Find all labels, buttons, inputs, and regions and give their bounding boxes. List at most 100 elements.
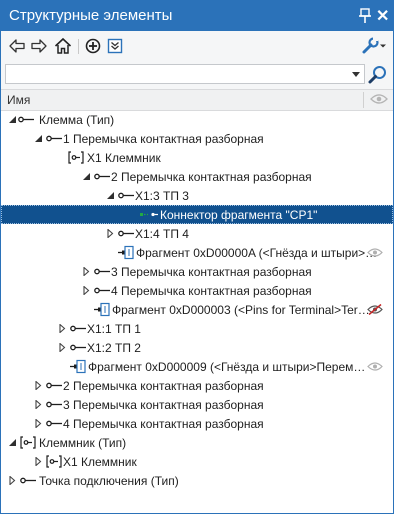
column-header: Имя — [1, 89, 393, 111]
wire-icon — [93, 264, 111, 279]
tree-row[interactable]: Фрагмент 0xD000009 (<Гнёзда и штыри>Пере… — [1, 357, 393, 376]
tree-row[interactable]: X1 Клеммник — [1, 452, 393, 471]
wire-icon — [117, 226, 135, 241]
collapsed-arrow-icon[interactable] — [81, 281, 91, 300]
terminal-block-icon — [67, 150, 85, 165]
search-combobox[interactable] — [5, 64, 365, 84]
collapsed-arrow-icon[interactable] — [81, 262, 91, 281]
tree-row[interactable]: Клеммник (Тип) — [1, 433, 393, 452]
tree-row-label: X1:1 ТП 1 — [87, 322, 141, 336]
expanded-arrow-icon[interactable] — [81, 167, 91, 186]
tree-row-label: Точка подключения (Тип) — [39, 474, 179, 488]
close-icon[interactable]: ✕ — [376, 6, 389, 26]
tree-row-label: X1 Клеммник — [63, 455, 137, 469]
terminal-block-icon — [19, 435, 37, 450]
eye-icon[interactable] — [367, 247, 383, 258]
tree-row-label: 4 Перемычка контактная разборная — [63, 417, 264, 431]
tree-row[interactable]: X1 Клеммник — [1, 148, 393, 167]
tree-row-label: X1:2 ТП 2 — [87, 341, 141, 355]
wire-icon — [45, 397, 63, 412]
back-icon[interactable] — [7, 36, 27, 56]
fragment-icon — [69, 359, 87, 374]
search-row — [1, 61, 393, 89]
title-bar: Структурные элементы ✕ — [1, 1, 393, 31]
eye-icon[interactable] — [367, 361, 383, 372]
tree-row[interactable]: X1:4 ТП 4 — [1, 224, 393, 243]
search-icon[interactable] — [367, 64, 389, 86]
tree-row[interactable]: 1 Перемычка контактная разборная — [1, 129, 393, 148]
expanded-arrow-icon[interactable] — [7, 110, 17, 129]
wire-icon — [117, 188, 135, 203]
tree-row-label: Фрагмент 0xD00000A (<Гнёзда и штыри>… — [136, 246, 378, 260]
wire-icon — [45, 416, 63, 431]
target-icon[interactable] — [83, 36, 103, 56]
tree-row-label: Клемма (Тип) — [39, 113, 115, 127]
settings-wrench-icon[interactable] — [361, 36, 387, 56]
collapsed-arrow-icon[interactable] — [7, 471, 17, 490]
collapsed-arrow-icon[interactable] — [57, 338, 67, 357]
hidden-eye-icon[interactable] — [367, 303, 383, 316]
tree-row-label: 3 Перемычка контактная разборная — [63, 398, 264, 412]
tree-row[interactable]: 3 Перемычка контактная разборная — [1, 395, 393, 414]
chevron-down-icon[interactable] — [352, 72, 360, 77]
tree-row-label: Фрагмент 0xD000003 (<Pins for Terminal>T… — [112, 303, 370, 317]
tree-row[interactable]: X1:3 ТП 3 — [1, 186, 393, 205]
wire-icon — [69, 340, 87, 355]
tree-row-label: X1:4 ТП 4 — [135, 227, 189, 241]
wire-icon — [45, 131, 63, 146]
expanded-arrow-icon[interactable] — [105, 186, 115, 205]
collapsed-arrow-icon[interactable] — [33, 395, 43, 414]
tree-row-label: Клеммник (Тип) — [39, 436, 127, 450]
tree-row-label: 4 Перемычка контактная разборная — [111, 284, 312, 298]
collapsed-arrow-icon[interactable] — [33, 376, 43, 395]
tree-row-label: 1 Перемычка контактная разборная — [63, 132, 264, 146]
wire-icon — [19, 473, 37, 488]
column-header-name[interactable]: Имя — [7, 93, 30, 107]
tree-row[interactable]: X1:2 ТП 2 — [1, 338, 393, 357]
wire-icon — [93, 169, 111, 184]
fragment-icon — [117, 245, 135, 260]
structure-elements-panel: Структурные элементы ✕ Имя Клемма (Тип) … — [0, 0, 394, 514]
connector-icon — [139, 207, 159, 222]
collapsed-arrow-icon[interactable] — [105, 224, 115, 243]
structure-tree: Клемма (Тип) 1 Перемычка контактная разбо… — [1, 110, 393, 513]
tree-row[interactable]: Точка подключения (Тип) — [1, 471, 393, 490]
tree-row[interactable]: Коннектор фрагмента "CP1" — [1, 205, 393, 224]
tree-row[interactable]: 2 Перемычка контактная разборная — [1, 167, 393, 186]
home-icon[interactable] — [53, 36, 73, 56]
wire-icon — [69, 321, 87, 336]
collapse-all-icon[interactable] — [105, 36, 125, 56]
tree-row[interactable]: X1:1 ТП 1 — [1, 319, 393, 338]
tree-row-label: Фрагмент 0xD000009 (<Гнёзда и штыри>Пере… — [88, 360, 366, 374]
tree-row-label: X1 Клеммник — [87, 151, 161, 165]
search-input[interactable] — [9, 66, 343, 84]
tree-row-label: X1:3 ТП 3 — [135, 189, 189, 203]
tree-row-label: 2 Перемычка контактная разборная — [111, 170, 312, 184]
wire-icon — [93, 283, 111, 298]
tree-row[interactable]: 4 Перемычка контактная разборная — [1, 414, 393, 433]
collapsed-arrow-icon[interactable] — [57, 319, 67, 338]
tree-row-label: 2 Перемычка контактная разборная — [63, 379, 264, 393]
collapsed-arrow-icon[interactable] — [33, 414, 43, 433]
tree-row[interactable]: Клемма (Тип) — [1, 110, 393, 129]
wire-icon — [45, 378, 63, 393]
tree-row[interactable]: Фрагмент 0xD00000A (<Гнёзда и штыри>… — [1, 243, 393, 262]
terminal-block-icon — [45, 454, 63, 469]
tree-row-label: 3 Перемычка контактная разборная — [111, 265, 312, 279]
toolbar-separator — [78, 39, 79, 54]
tree-row[interactable]: 3 Перемычка контактная разборная — [1, 262, 393, 281]
fragment-icon — [93, 302, 111, 317]
tree-row[interactable]: Фрагмент 0xD000003 (<Pins for Terminal>T… — [1, 300, 393, 319]
wire-icon — [17, 112, 35, 127]
expanded-arrow-icon[interactable] — [33, 129, 43, 148]
collapsed-arrow-icon[interactable] — [33, 452, 43, 471]
panel-title: Структурные элементы — [9, 7, 173, 24]
tree-row[interactable]: 4 Перемычка контактная разборная — [1, 281, 393, 300]
forward-icon[interactable] — [29, 36, 49, 56]
visibility-column-eye-icon[interactable] — [370, 93, 388, 105]
expanded-arrow-icon[interactable] — [7, 433, 17, 452]
column-separator[interactable] — [363, 92, 364, 108]
tree-row-label: Коннектор фрагмента "CP1" — [160, 208, 318, 222]
pin-icon[interactable] — [358, 8, 372, 24]
tree-row[interactable]: 2 Перемычка контактная разборная — [1, 376, 393, 395]
